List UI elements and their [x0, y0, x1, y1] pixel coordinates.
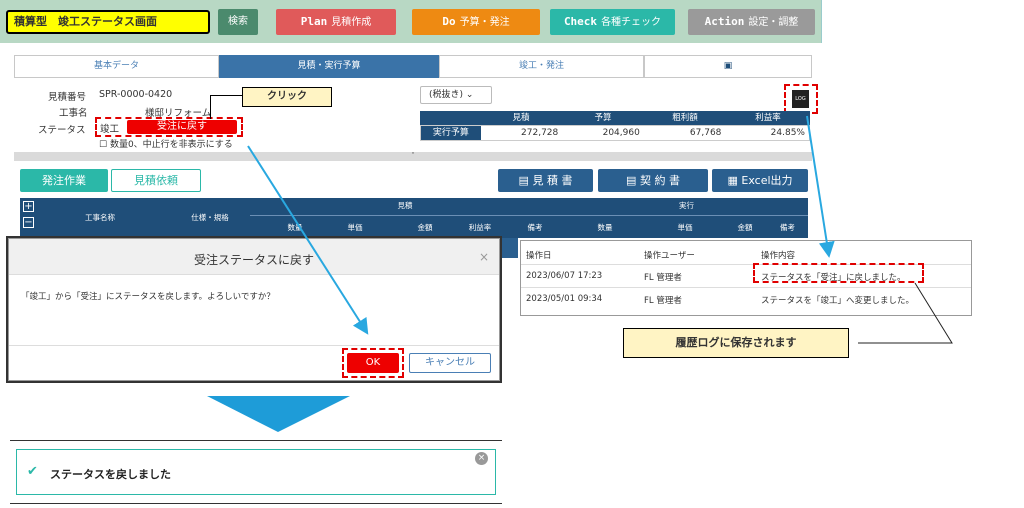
arrow-to-log — [806, 115, 835, 258]
down-arrow — [207, 396, 350, 432]
note-connector — [858, 282, 953, 344]
arrow-to-ok — [247, 145, 369, 335]
annotation-overlay — [207, 115, 953, 432]
